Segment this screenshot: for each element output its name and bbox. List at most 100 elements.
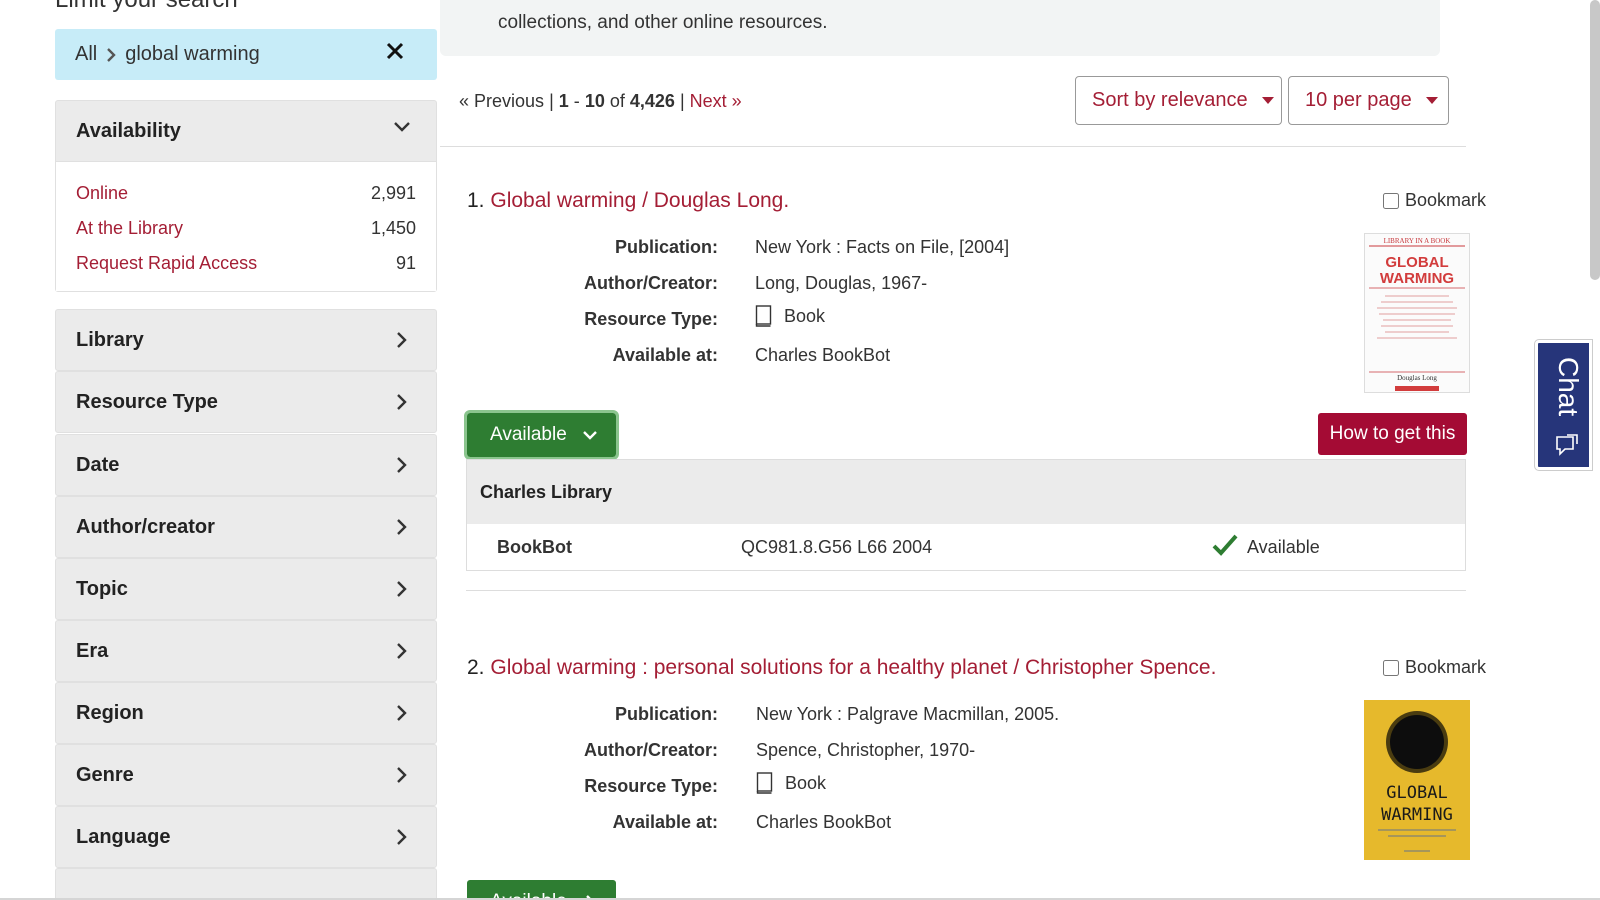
chat-label: Chat — [1553, 357, 1584, 417]
facet-region[interactable]: Region — [55, 682, 437, 744]
pagination: « Previous | 1 - 10 of 4,426 | Next » — [459, 91, 742, 112]
book-cover-thumbnail[interactable]: LIBRARY IN A BOOK GLOBAL WARMING Douglas… — [1364, 233, 1470, 393]
field-value-available-at: Charles BookBot — [756, 812, 892, 832]
per-page-dropdown[interactable]: 10 per page — [1288, 76, 1449, 125]
facet-label: Library — [76, 328, 144, 351]
availability-button[interactable]: Available — [464, 410, 619, 460]
availability-button[interactable]: Available — [467, 880, 616, 900]
result-title-link[interactable]: Global warming : personal solutions for … — [490, 656, 1216, 679]
facet-value-rapid-access: Request Rapid Access 91 — [76, 246, 416, 281]
chevron-down-icon — [582, 431, 597, 440]
bookmark-label: Bookmark — [1405, 657, 1487, 677]
cover-title-line2: WARMING — [1381, 805, 1453, 825]
pager-separator: | — [679, 91, 685, 111]
field-value-publication: New York : Facts on File, [2004] — [755, 237, 1010, 257]
field-value-author: Spence, Christopher, 1970- — [756, 740, 976, 760]
field-label-publication: Publication: — [615, 237, 718, 257]
range-of: of — [609, 91, 625, 111]
cover-author: Douglas Long — [1397, 374, 1437, 382]
facet-availability-header[interactable]: Availability — [56, 101, 436, 161]
cover-art: LIBRARY IN A BOOK GLOBAL WARMING Douglas… — [1365, 234, 1469, 392]
close-icon[interactable] — [383, 39, 407, 63]
bookmark-toggle[interactable]: Bookmark — [1383, 657, 1486, 678]
cover-title-line1: GLOBAL — [1385, 254, 1448, 271]
facet-language[interactable]: Language — [55, 806, 437, 868]
field-value-resource-type: Book — [755, 305, 825, 327]
per-page-label: 10 per page — [1305, 89, 1412, 111]
facet-label: Author/creator — [76, 515, 215, 538]
facet-resource-type[interactable]: Resource Type — [55, 371, 437, 433]
facet-count: 1,450 — [370, 218, 416, 238]
holdings-library-name: Charles Library — [467, 460, 1465, 524]
field-label-resource-type: Resource Type: — [584, 309, 718, 329]
book-cover-thumbnail[interactable]: GLOBAL WARMING — [1364, 700, 1470, 860]
range-dash: - — [573, 91, 580, 111]
previous-link: « Previous — [459, 91, 545, 111]
facet-link[interactable]: Online — [76, 183, 128, 204]
facet-link[interactable]: At the Library — [76, 218, 183, 239]
field-value-author: Long, Douglas, 1967- — [755, 273, 928, 293]
pager-separator: | — [549, 91, 554, 111]
chevron-right-icon — [397, 581, 407, 597]
chevron-right-icon — [397, 705, 407, 721]
bookmark-checkbox[interactable] — [1383, 659, 1399, 676]
sort-label: Sort by relevance — [1092, 89, 1248, 111]
facet-link[interactable]: Request Rapid Access — [76, 253, 257, 274]
facet-count: 91 — [395, 253, 416, 273]
sort-dropdown[interactable]: Sort by relevance — [1075, 76, 1282, 125]
facet-label: Genre — [76, 763, 134, 786]
chevron-right-icon — [397, 394, 407, 410]
result-separator — [466, 590, 1466, 591]
result-title-link[interactable]: Global warming / Douglas Long. — [490, 189, 789, 212]
constraint-query: global warming — [125, 43, 260, 65]
bookmark-toggle[interactable]: Bookmark — [1383, 190, 1486, 211]
field-label-author: Author/Creator: — [584, 273, 718, 293]
total-count: 4,426 — [629, 91, 675, 111]
holding-call-number: QC981.8.G56 L66 2004 — [741, 537, 933, 557]
chat-widget-tab[interactable]: Chat — [1535, 340, 1592, 470]
facet-label: Language — [76, 825, 171, 848]
how-to-get-this-button[interactable]: How to get this — [1318, 413, 1467, 455]
cover-top-text: LIBRARY IN A BOOK — [1384, 237, 1451, 245]
chevron-down-icon — [394, 122, 410, 132]
range-end: 10 — [584, 91, 605, 111]
page-scrollbar[interactable] — [1590, 0, 1600, 280]
chevron-right-icon — [397, 767, 407, 783]
caret-down-icon — [1425, 97, 1438, 104]
resource-type-text: Book — [784, 305, 826, 326]
facet-genre[interactable]: Genre — [55, 744, 437, 806]
book-icon — [755, 305, 772, 327]
cover-title-line1: GLOBAL — [1386, 783, 1447, 803]
facet-era[interactable]: Era — [55, 620, 437, 682]
search-constraint: All global warming — [55, 29, 437, 80]
field-label-available-at: Available at: — [612, 812, 718, 832]
bookmark-checkbox[interactable] — [1383, 192, 1399, 209]
holdings-table: Charles Library BookBot QC981.8.G56 L66 … — [466, 459, 1466, 571]
facet-label: Era — [76, 639, 109, 662]
facet-availability-body: Online 2,991 At the Library 1,450 Reques… — [56, 161, 436, 291]
facet-author-creator[interactable]: Author/creator — [55, 496, 437, 558]
field-label-resource-type: Resource Type: — [584, 776, 718, 796]
facet-label: Resource Type — [76, 390, 218, 413]
field-value-available-at: Charles BookBot — [755, 345, 891, 365]
caret-down-icon — [1261, 97, 1274, 104]
sidebar-title: Limit your search — [55, 0, 238, 14]
field-label-publication: Publication: — [615, 704, 718, 724]
resource-type-text: Book — [785, 772, 827, 793]
facet-date[interactable]: Date — [55, 434, 437, 496]
field-value-publication: New York : Palgrave Macmillan, 2005. — [756, 704, 1060, 724]
result-number: 2. — [467, 656, 485, 679]
facet-more[interactable] — [55, 868, 437, 900]
facet-label: Date — [76, 453, 120, 476]
divider — [440, 146, 1466, 147]
facet-library[interactable]: Library — [55, 309, 437, 371]
facet-availability: Availability Online 2,991 At the Library… — [55, 100, 437, 292]
constraint-scope: All — [75, 43, 98, 65]
chat-bubble-icon — [1556, 434, 1578, 456]
facet-topic[interactable]: Topic — [55, 558, 437, 620]
next-link[interactable]: Next » — [690, 91, 742, 111]
result-title: 2. Global warming : personal solutions f… — [467, 656, 1216, 680]
facet-label: Region — [76, 701, 144, 724]
cover-art: GLOBAL WARMING — [1364, 700, 1470, 860]
chevron-right-icon — [397, 643, 407, 659]
